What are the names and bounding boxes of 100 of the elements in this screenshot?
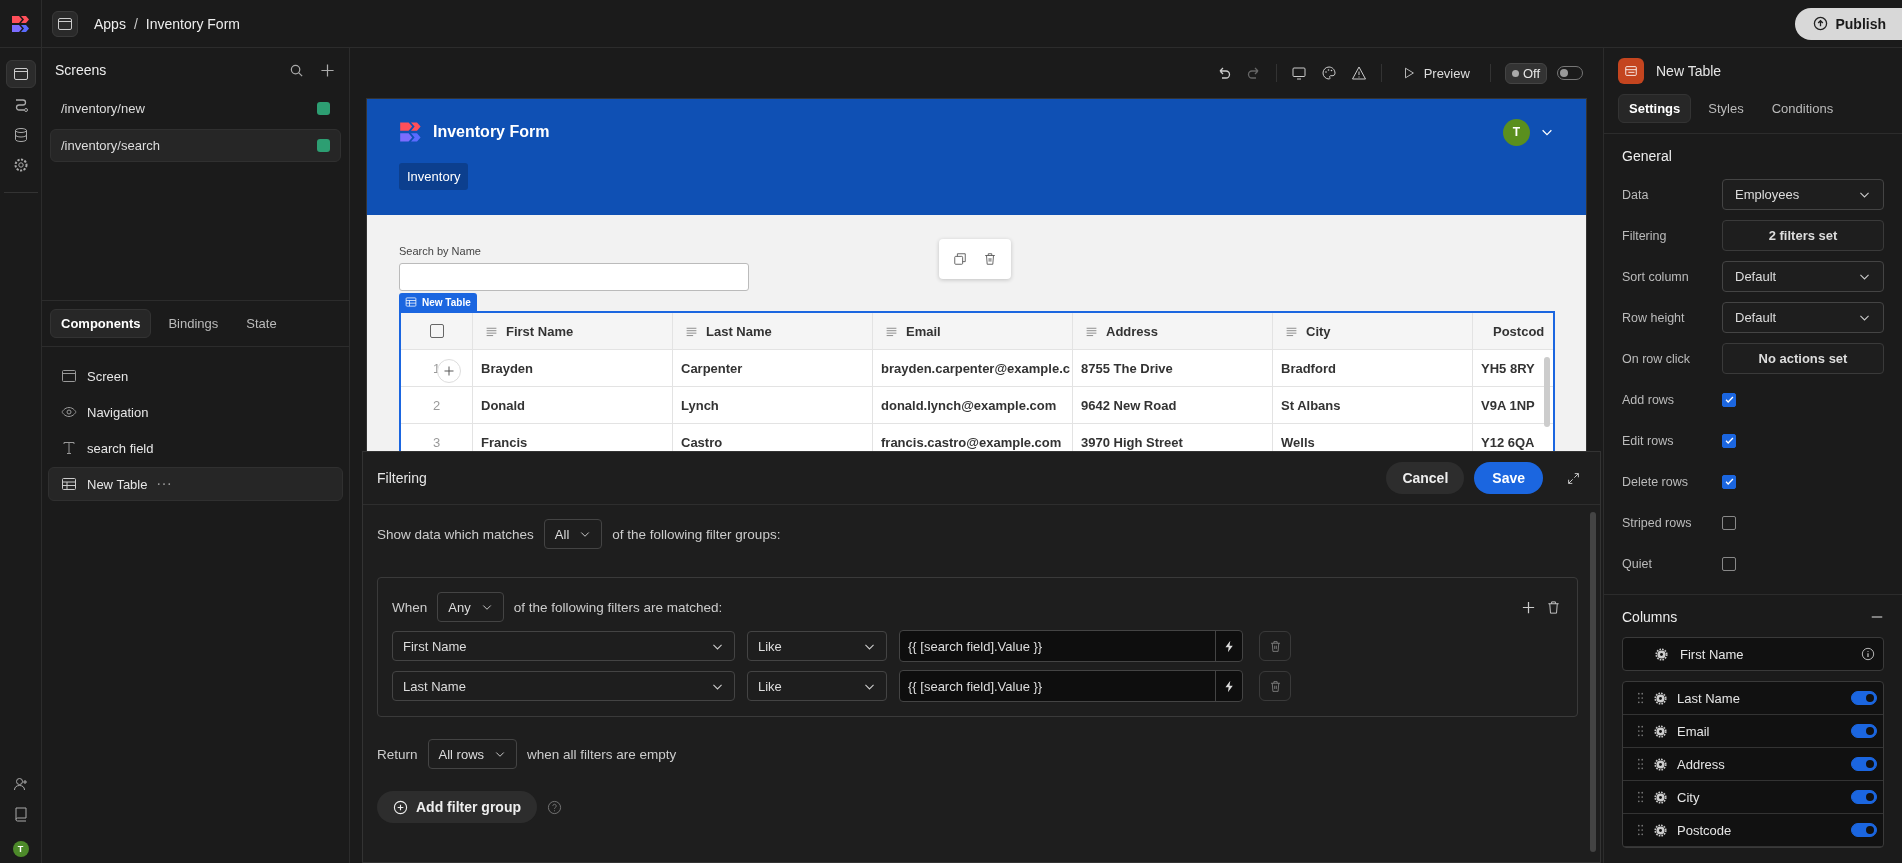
setting-checkbox[interactable] [1722, 433, 1736, 448]
match-select[interactable]: All [543, 519, 603, 549]
text-type-icon [61, 440, 77, 456]
column-visibility-toggle[interactable] [1851, 691, 1877, 705]
panel-tab[interactable]: State [235, 309, 288, 338]
setting-select[interactable]: Default [1722, 261, 1884, 292]
column-header[interactable]: Address [1073, 313, 1273, 349]
field-label: Search by Name [399, 245, 482, 257]
column-header[interactable]: Email [873, 313, 1073, 349]
palette-icon[interactable] [1320, 65, 1337, 81]
component-tree-item[interactable]: search field [48, 431, 343, 465]
scrollbar[interactable] [1544, 357, 1550, 427]
live-status-badge: Off [1504, 62, 1547, 84]
sidebar-toggle-button[interactable] [52, 10, 78, 37]
column-visibility-toggle[interactable] [1851, 724, 1877, 738]
return-select[interactable]: All rows [427, 739, 518, 769]
drag-handle-icon[interactable] [1637, 725, 1644, 737]
table-icon [61, 476, 77, 492]
search-icon[interactable] [289, 62, 304, 78]
screens-nav-button[interactable] [5, 60, 36, 88]
upload-icon [1813, 16, 1829, 31]
drag-handle-icon[interactable] [1637, 824, 1644, 836]
column-header[interactable]: City [1273, 313, 1473, 349]
help-icon[interactable] [547, 799, 562, 815]
breadcrumb-link[interactable]: Inventory Form [145, 15, 240, 32]
setting-button[interactable]: No actions set [1722, 343, 1884, 374]
settings-tab[interactable]: Conditions [1760, 94, 1845, 123]
field-select[interactable]: Last Name [392, 671, 735, 701]
user-plus-icon [12, 776, 29, 792]
operator-select[interactable]: Like [747, 631, 887, 661]
monitor-icon[interactable] [1290, 65, 1307, 81]
component-tree-item[interactable]: New Table [48, 467, 343, 501]
filter-label: of the following filter groups: [612, 526, 781, 542]
column-visibility-toggle[interactable] [1851, 823, 1877, 837]
section-title: General [1622, 148, 1672, 164]
setting-checkbox[interactable] [1722, 392, 1736, 407]
drag-handle-icon[interactable] [1637, 791, 1644, 803]
operator-select[interactable]: Like [747, 671, 887, 701]
table-cell: Carpenter [673, 350, 873, 386]
breadcrumb-link[interactable]: Apps [94, 15, 126, 32]
trash-icon[interactable] [983, 252, 997, 266]
table-cell: brayden.carpenter@example.c [873, 350, 1073, 386]
gear-icon[interactable] [1654, 790, 1667, 804]
match-select[interactable]: Any [437, 592, 504, 622]
add-filter-group-button[interactable]: Add filter group [377, 791, 537, 823]
panel-tab[interactable]: Bindings [157, 309, 230, 338]
setting-checkbox[interactable] [1722, 515, 1736, 530]
search-input-field[interactable] [399, 263, 749, 291]
drag-handle-icon[interactable] [1637, 758, 1644, 770]
expand-icon[interactable] [1567, 471, 1580, 485]
warning-icon[interactable] [1350, 65, 1367, 81]
delete-filter-button[interactable] [1259, 631, 1291, 661]
column-header[interactable]: First Name [473, 313, 673, 349]
settings-tab[interactable]: Styles [1697, 94, 1755, 123]
duplicate-icon[interactable] [953, 252, 967, 266]
table-cell: Bradford [1273, 350, 1473, 386]
setting-select[interactable]: Employees [1722, 179, 1884, 210]
preview-button[interactable]: Preview [1395, 64, 1476, 82]
plus-icon[interactable] [1521, 599, 1536, 615]
delete-filter-button[interactable] [1259, 671, 1291, 701]
table-cell-text: YH5 8RY [1480, 359, 1536, 378]
setting-checkbox[interactable] [1722, 556, 1736, 571]
gear-icon[interactable] [1654, 724, 1667, 738]
more-options-icon[interactable] [157, 482, 172, 486]
setting-button[interactable]: 2 filters set [1722, 220, 1884, 251]
component-tree-item[interactable]: Screen [48, 359, 343, 393]
drag-handle-icon[interactable] [1637, 692, 1644, 704]
column-visibility-toggle[interactable] [1851, 757, 1877, 771]
scrollbar[interactable] [1590, 512, 1596, 852]
setting-checkbox[interactable] [1722, 474, 1736, 489]
column-list-item[interactable]: First Name [1622, 637, 1884, 671]
component-tree-item[interactable]: Navigation [48, 395, 343, 429]
setting-select[interactable]: Default [1722, 302, 1884, 333]
info-icon[interactable] [1861, 647, 1875, 661]
screen-icon [12, 66, 29, 82]
user-avatar[interactable]: T [1503, 118, 1530, 146]
eye-icon [61, 404, 77, 420]
panel-tab[interactable]: Components [50, 309, 152, 338]
gear-icon[interactable] [1654, 757, 1667, 771]
row-number: 2 [401, 387, 473, 423]
screen-list-item[interactable]: /inventory/new [50, 92, 341, 125]
publish-button[interactable]: Publish [1795, 7, 1902, 40]
select-all-checkbox[interactable] [429, 324, 444, 338]
field-select[interactable]: First Name [392, 631, 735, 661]
app-logo-icon[interactable] [10, 13, 31, 34]
settings-icon [12, 157, 29, 173]
screen-list-item[interactable]: /inventory/search [50, 129, 341, 162]
settings-tab[interactable]: Settings [1618, 94, 1692, 123]
gear-icon[interactable] [1654, 823, 1667, 837]
table-icon [405, 296, 417, 308]
column-header[interactable]: Last Name [673, 313, 873, 349]
gear-icon[interactable] [1654, 691, 1667, 705]
book-icon [12, 806, 29, 822]
cancel-button[interactable]: Cancel [1386, 462, 1465, 494]
save-button[interactable]: Save [1474, 462, 1543, 494]
plus-icon[interactable] [320, 62, 335, 78]
column-visibility-toggle[interactable] [1851, 790, 1877, 804]
filter-label: Return [377, 746, 418, 762]
nav-link[interactable]: Inventory [399, 163, 469, 190]
user-avatar[interactable]: T [12, 841, 29, 857]
